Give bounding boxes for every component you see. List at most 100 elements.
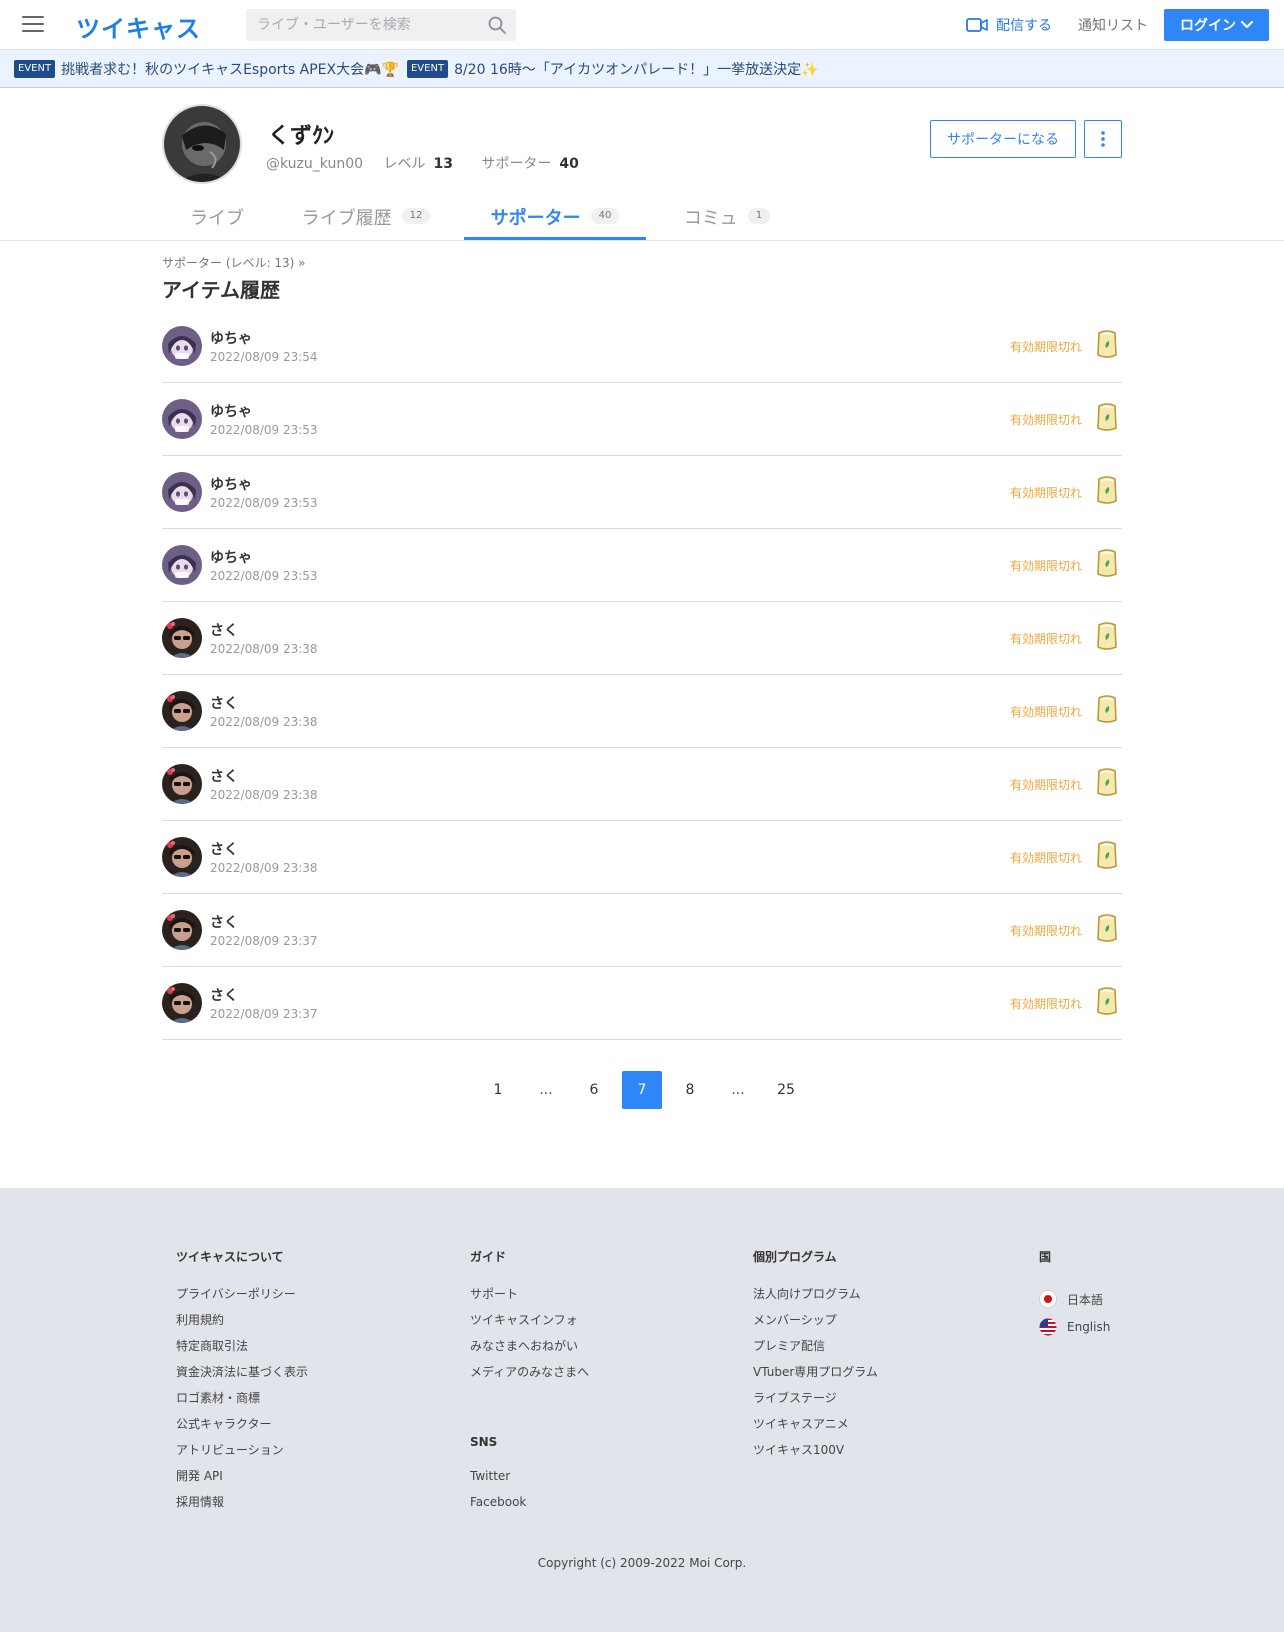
footer-link[interactable]: Facebook bbox=[470, 1495, 589, 1521]
footer-heading: ガイド bbox=[470, 1250, 507, 1264]
user-name[interactable]: ゆちゃ bbox=[210, 547, 252, 567]
level-label: レベル bbox=[383, 156, 426, 172]
footer-link[interactable]: サポート bbox=[470, 1285, 589, 1311]
breadcrumb[interactable]: サポーター (レベル: 13) » bbox=[162, 254, 305, 271]
tab-community[interactable]: コミュ 1 bbox=[664, 204, 790, 240]
footer-link[interactable]: 採用情報 bbox=[176, 1493, 308, 1519]
footer-link[interactable]: 資金決済法に基づく表示 bbox=[176, 1363, 308, 1389]
footer-link[interactable]: ライブステージ bbox=[753, 1389, 878, 1415]
search-icon[interactable] bbox=[487, 15, 507, 35]
user-name[interactable]: さく bbox=[210, 839, 238, 859]
event-link[interactable]: 8/20 16時〜「アイカツオンパレード！」一挙放送決定✨ bbox=[454, 59, 818, 79]
us-flag-icon bbox=[1039, 1318, 1057, 1336]
list-item: さく 2022/08/09 23:38 有効期限切れ bbox=[162, 748, 1122, 821]
lang-english[interactable]: English bbox=[1039, 1313, 1110, 1341]
footer-link[interactable]: Twitter bbox=[470, 1469, 589, 1495]
pagination-page-25[interactable]: 25 bbox=[766, 1071, 806, 1109]
user-avatar[interactable] bbox=[162, 618, 202, 658]
item-icon bbox=[1094, 475, 1120, 505]
supporter-label: サポーター bbox=[481, 156, 552, 172]
item-icon bbox=[1094, 767, 1120, 797]
event-badge: EVENT bbox=[14, 59, 56, 78]
user-name[interactable]: さく bbox=[210, 620, 238, 640]
level-value: 13 bbox=[433, 156, 453, 172]
footer-link[interactable]: ツイキャスアニメ bbox=[753, 1415, 878, 1441]
user-avatar[interactable] bbox=[162, 764, 202, 804]
footer-link[interactable]: みなさまへおねがい bbox=[470, 1337, 589, 1363]
item-icon bbox=[1094, 402, 1120, 432]
user-avatar[interactable] bbox=[162, 472, 202, 512]
user-name[interactable]: さく bbox=[210, 985, 238, 1005]
tab-label: ライブ bbox=[190, 208, 244, 229]
pagination-page-1[interactable]: 1 bbox=[478, 1071, 518, 1109]
footer-link[interactable]: 開発 API bbox=[176, 1467, 308, 1493]
site-logo[interactable]: ツイキャス bbox=[76, 9, 201, 44]
footer-link[interactable]: 利用規約 bbox=[176, 1311, 308, 1337]
tab-live-history[interactable]: ライブ履歴 12 bbox=[286, 204, 446, 240]
broadcast-label: 配信する bbox=[996, 18, 1052, 34]
list-item: ゆちゃ 2022/08/09 23:54 有効期限切れ bbox=[162, 310, 1122, 383]
footer-link[interactable]: 法人向けプログラム bbox=[753, 1285, 878, 1311]
footer-col-programs: 個別プログラム 法人向けプログラム メンバーシップ プレミア配信 VTuber専用プロ… bbox=[753, 1248, 878, 1467]
footer-col-about: ツイキャスについて プライバシーポリシー 利用規約 特定商取引法 資金決済法に基づく表… bbox=[176, 1248, 308, 1519]
footer-link[interactable]: ツイキャスインフォ bbox=[470, 1311, 589, 1337]
footer-link[interactable]: 特定商取引法 bbox=[176, 1337, 308, 1363]
profile-avatar bbox=[162, 104, 242, 184]
footer-link[interactable]: 公式キャラクター bbox=[176, 1415, 308, 1441]
footer-col-guide: ガイド サポート ツイキャスインフォ みなさまへおねがい メディアのみなさまへ SNS… bbox=[470, 1248, 589, 1521]
user-avatar[interactable] bbox=[162, 837, 202, 877]
tab-supporter[interactable]: サポーター 40 bbox=[464, 204, 646, 240]
broadcast-button[interactable]: 配信する bbox=[966, 14, 1052, 36]
event-link[interactable]: 挑戦者求む！秋のツイキャスEsports APEX大会🎮🏆 bbox=[61, 59, 399, 79]
login-button[interactable]: ログイン bbox=[1164, 9, 1269, 41]
profile-tabs: ライブ ライブ履歴 12 サポーター 40 コミュ 1 bbox=[0, 196, 1284, 241]
user-name[interactable]: さく bbox=[210, 693, 238, 713]
notify-list-link[interactable]: 通知リスト bbox=[1078, 15, 1148, 35]
profile-handle: @kuzu_kun00 bbox=[266, 156, 364, 172]
status-badge: 有効期限切れ bbox=[1009, 413, 1082, 427]
user-avatar[interactable] bbox=[162, 983, 202, 1023]
user-name[interactable]: さく bbox=[210, 766, 238, 786]
footer-heading: ツイキャスについて bbox=[176, 1250, 284, 1264]
footer-link[interactable]: メンバーシップ bbox=[753, 1311, 878, 1337]
lang-japanese[interactable]: 日本語 bbox=[1039, 1285, 1110, 1313]
status-badge: 有効期限切れ bbox=[1009, 924, 1082, 938]
footer-link[interactable]: プレミア配信 bbox=[753, 1337, 878, 1363]
more-options-button[interactable] bbox=[1084, 120, 1122, 158]
status-badge: 有効期限切れ bbox=[1009, 778, 1082, 792]
pagination-ellipsis: ... bbox=[539, 1082, 553, 1098]
footer-link[interactable]: ツイキャス100V bbox=[753, 1441, 878, 1467]
footer-link[interactable]: ロゴ素材・商標 bbox=[176, 1389, 308, 1415]
item-timestamp: 2022/08/09 23:53 bbox=[210, 496, 318, 510]
pagination-page-6[interactable]: 6 bbox=[574, 1071, 614, 1109]
footer-link[interactable]: VTuber専用プログラム bbox=[753, 1363, 878, 1389]
video-camera-icon bbox=[966, 18, 988, 32]
user-name[interactable]: さく bbox=[210, 912, 238, 932]
status-badge: 有効期限切れ bbox=[1009, 997, 1082, 1011]
tab-live[interactable]: ライブ bbox=[164, 204, 270, 240]
search-input[interactable] bbox=[246, 9, 476, 41]
user-name[interactable]: ゆちゃ bbox=[210, 328, 252, 348]
list-item: さく 2022/08/09 23:38 有効期限切れ bbox=[162, 675, 1122, 748]
profile-meta: @kuzu_kun00 レベル 13 サポーター 40 bbox=[266, 153, 603, 173]
pagination-page-7[interactable]: 7 bbox=[622, 1071, 662, 1109]
user-avatar[interactable] bbox=[162, 910, 202, 950]
user-avatar[interactable] bbox=[162, 691, 202, 731]
item-timestamp: 2022/08/09 23:53 bbox=[210, 423, 318, 437]
user-avatar[interactable] bbox=[162, 326, 202, 366]
footer-link[interactable]: アトリビューション bbox=[176, 1441, 308, 1467]
user-name[interactable]: ゆちゃ bbox=[210, 474, 252, 494]
footer-col-country: 国 日本語 English bbox=[1039, 1248, 1110, 1341]
user-avatar[interactable] bbox=[162, 545, 202, 585]
become-supporter-button[interactable]: サポーターになる bbox=[930, 120, 1076, 158]
list-item: さく 2022/08/09 23:37 有効期限切れ bbox=[162, 894, 1122, 967]
user-name[interactable]: ゆちゃ bbox=[210, 401, 252, 421]
item-icon bbox=[1094, 621, 1120, 651]
item-timestamp: 2022/08/09 23:54 bbox=[210, 350, 318, 364]
user-avatar[interactable] bbox=[162, 399, 202, 439]
footer-link[interactable]: プライバシーポリシー bbox=[176, 1285, 308, 1311]
menu-icon[interactable] bbox=[22, 16, 44, 34]
pagination-page-8[interactable]: 8 bbox=[670, 1071, 710, 1109]
footer-link[interactable]: メディアのみなさまへ bbox=[470, 1363, 589, 1389]
status-badge: 有効期限切れ bbox=[1009, 559, 1082, 573]
